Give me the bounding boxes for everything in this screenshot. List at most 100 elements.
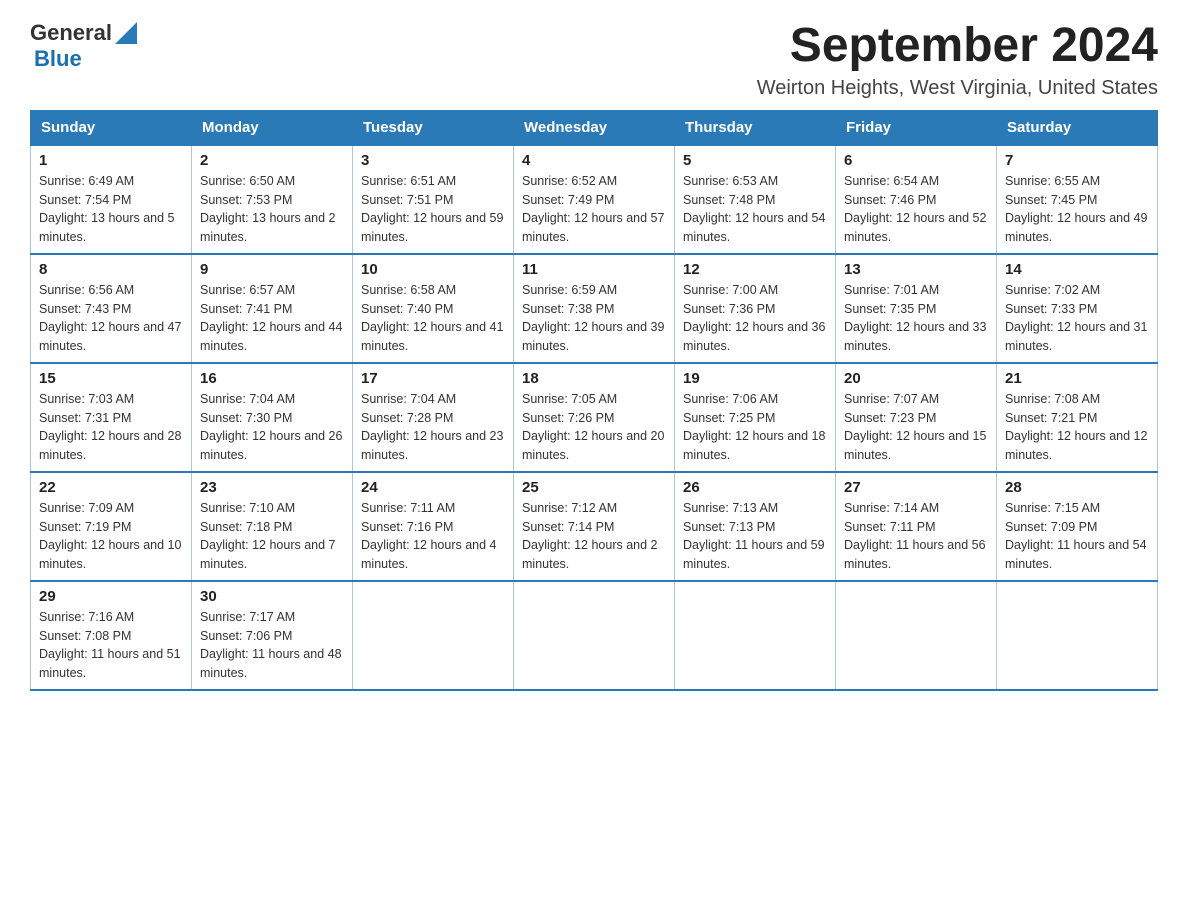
day-number: 24 (361, 479, 505, 496)
calendar-cell: 23 Sunrise: 7:10 AM Sunset: 7:18 PM Dayl… (192, 472, 353, 581)
calendar-cell: 9 Sunrise: 6:57 AM Sunset: 7:41 PM Dayli… (192, 254, 353, 363)
day-number: 23 (200, 479, 344, 496)
day-number: 15 (39, 370, 183, 387)
sunset-label: Sunset: 7:28 PM (361, 411, 453, 425)
sunrise-label: Sunrise: 6:56 AM (39, 283, 134, 297)
daylight-label: Daylight: 12 hours and 49 minutes. (1005, 211, 1147, 244)
day-number: 11 (522, 261, 666, 278)
day-number: 4 (522, 152, 666, 169)
day-info: Sunrise: 6:55 AM Sunset: 7:45 PM Dayligh… (1005, 172, 1149, 247)
sunset-label: Sunset: 7:40 PM (361, 302, 453, 316)
day-number: 9 (200, 261, 344, 278)
day-number: 20 (844, 370, 988, 387)
sunset-label: Sunset: 7:43 PM (39, 302, 131, 316)
sunrise-label: Sunrise: 7:13 AM (683, 501, 778, 515)
sunset-label: Sunset: 7:13 PM (683, 520, 775, 534)
day-number: 14 (1005, 261, 1149, 278)
sunset-label: Sunset: 7:41 PM (200, 302, 292, 316)
day-info: Sunrise: 6:53 AM Sunset: 7:48 PM Dayligh… (683, 172, 827, 247)
daylight-label: Daylight: 12 hours and 59 minutes. (361, 211, 503, 244)
sunrise-label: Sunrise: 7:15 AM (1005, 501, 1100, 515)
calendar-cell: 11 Sunrise: 6:59 AM Sunset: 7:38 PM Dayl… (514, 254, 675, 363)
sunset-label: Sunset: 7:38 PM (522, 302, 614, 316)
sunrise-label: Sunrise: 7:07 AM (844, 392, 939, 406)
daylight-label: Daylight: 11 hours and 54 minutes. (1005, 538, 1147, 571)
day-number: 19 (683, 370, 827, 387)
daylight-label: Daylight: 12 hours and 36 minutes. (683, 320, 825, 353)
calendar-cell: 13 Sunrise: 7:01 AM Sunset: 7:35 PM Dayl… (836, 254, 997, 363)
daylight-label: Daylight: 12 hours and 4 minutes. (361, 538, 497, 571)
sunset-label: Sunset: 7:49 PM (522, 193, 614, 207)
day-number: 1 (39, 152, 183, 169)
day-info: Sunrise: 7:01 AM Sunset: 7:35 PM Dayligh… (844, 281, 988, 356)
day-number: 29 (39, 588, 183, 605)
sunset-label: Sunset: 7:51 PM (361, 193, 453, 207)
sunrise-label: Sunrise: 7:09 AM (39, 501, 134, 515)
sunrise-label: Sunrise: 6:54 AM (844, 174, 939, 188)
sunset-label: Sunset: 7:46 PM (844, 193, 936, 207)
calendar-cell (997, 581, 1158, 690)
day-number: 10 (361, 261, 505, 278)
day-info: Sunrise: 7:10 AM Sunset: 7:18 PM Dayligh… (200, 499, 344, 574)
sunset-label: Sunset: 7:14 PM (522, 520, 614, 534)
week-row-1: 1 Sunrise: 6:49 AM Sunset: 7:54 PM Dayli… (31, 145, 1158, 254)
day-info: Sunrise: 7:09 AM Sunset: 7:19 PM Dayligh… (39, 499, 183, 574)
day-info: Sunrise: 7:13 AM Sunset: 7:13 PM Dayligh… (683, 499, 827, 574)
calendar-cell: 20 Sunrise: 7:07 AM Sunset: 7:23 PM Dayl… (836, 363, 997, 472)
day-info: Sunrise: 6:59 AM Sunset: 7:38 PM Dayligh… (522, 281, 666, 356)
col-saturday: Saturday (997, 110, 1158, 145)
daylight-label: Daylight: 11 hours and 56 minutes. (844, 538, 986, 571)
sunrise-label: Sunrise: 6:57 AM (200, 283, 295, 297)
day-number: 3 (361, 152, 505, 169)
sunrise-label: Sunrise: 6:52 AM (522, 174, 617, 188)
calendar-table: Sunday Monday Tuesday Wednesday Thursday… (30, 110, 1158, 691)
daylight-label: Daylight: 12 hours and 15 minutes. (844, 429, 986, 462)
sunset-label: Sunset: 7:06 PM (200, 629, 292, 643)
sunrise-label: Sunrise: 6:49 AM (39, 174, 134, 188)
calendar-cell: 15 Sunrise: 7:03 AM Sunset: 7:31 PM Dayl… (31, 363, 192, 472)
location-title: Weirton Heights, West Virginia, United S… (757, 77, 1158, 100)
logo: General Blue (30, 20, 137, 72)
sunset-label: Sunset: 7:23 PM (844, 411, 936, 425)
day-number: 21 (1005, 370, 1149, 387)
sunrise-label: Sunrise: 6:50 AM (200, 174, 295, 188)
day-number: 2 (200, 152, 344, 169)
sunset-label: Sunset: 7:16 PM (361, 520, 453, 534)
sunset-label: Sunset: 7:54 PM (39, 193, 131, 207)
day-info: Sunrise: 6:49 AM Sunset: 7:54 PM Dayligh… (39, 172, 183, 247)
day-info: Sunrise: 7:15 AM Sunset: 7:09 PM Dayligh… (1005, 499, 1149, 574)
day-number: 13 (844, 261, 988, 278)
day-number: 26 (683, 479, 827, 496)
daylight-label: Daylight: 12 hours and 39 minutes. (522, 320, 664, 353)
calendar-cell: 2 Sunrise: 6:50 AM Sunset: 7:53 PM Dayli… (192, 145, 353, 254)
col-tuesday: Tuesday (353, 110, 514, 145)
sunset-label: Sunset: 7:31 PM (39, 411, 131, 425)
daylight-label: Daylight: 11 hours and 51 minutes. (39, 647, 181, 680)
sunrise-label: Sunrise: 6:51 AM (361, 174, 456, 188)
daylight-label: Daylight: 12 hours and 18 minutes. (683, 429, 825, 462)
calendar-cell (836, 581, 997, 690)
day-info: Sunrise: 7:06 AM Sunset: 7:25 PM Dayligh… (683, 390, 827, 465)
calendar-cell: 22 Sunrise: 7:09 AM Sunset: 7:19 PM Dayl… (31, 472, 192, 581)
daylight-label: Daylight: 12 hours and 57 minutes. (522, 211, 664, 244)
week-row-5: 29 Sunrise: 7:16 AM Sunset: 7:08 PM Dayl… (31, 581, 1158, 690)
day-info: Sunrise: 7:05 AM Sunset: 7:26 PM Dayligh… (522, 390, 666, 465)
week-row-2: 8 Sunrise: 6:56 AM Sunset: 7:43 PM Dayli… (31, 254, 1158, 363)
day-number: 22 (39, 479, 183, 496)
sunrise-label: Sunrise: 7:04 AM (200, 392, 295, 406)
sunrise-label: Sunrise: 7:17 AM (200, 610, 295, 624)
col-friday: Friday (836, 110, 997, 145)
calendar-cell: 18 Sunrise: 7:05 AM Sunset: 7:26 PM Dayl… (514, 363, 675, 472)
day-info: Sunrise: 7:07 AM Sunset: 7:23 PM Dayligh… (844, 390, 988, 465)
day-number: 27 (844, 479, 988, 496)
day-info: Sunrise: 7:04 AM Sunset: 7:30 PM Dayligh… (200, 390, 344, 465)
day-number: 30 (200, 588, 344, 605)
day-info: Sunrise: 7:17 AM Sunset: 7:06 PM Dayligh… (200, 608, 344, 683)
daylight-label: Daylight: 12 hours and 2 minutes. (522, 538, 658, 571)
day-info: Sunrise: 7:12 AM Sunset: 7:14 PM Dayligh… (522, 499, 666, 574)
daylight-label: Daylight: 12 hours and 31 minutes. (1005, 320, 1147, 353)
calendar-cell (675, 581, 836, 690)
daylight-label: Daylight: 12 hours and 47 minutes. (39, 320, 181, 353)
daylight-label: Daylight: 13 hours and 2 minutes. (200, 211, 336, 244)
calendar-cell: 7 Sunrise: 6:55 AM Sunset: 7:45 PM Dayli… (997, 145, 1158, 254)
